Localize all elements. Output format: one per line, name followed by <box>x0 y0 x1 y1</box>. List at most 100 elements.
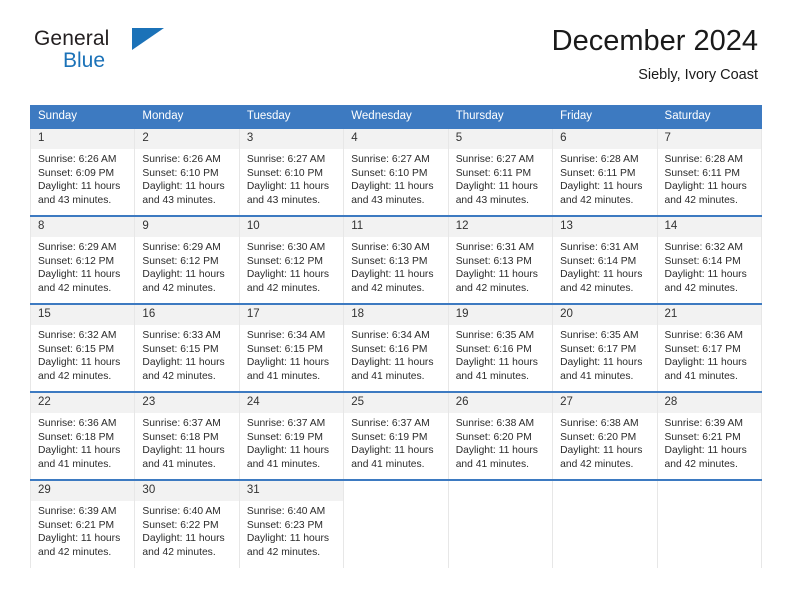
daylight-text-line1: Daylight: 11 hours <box>351 181 434 193</box>
day-number: 11 <box>344 217 448 237</box>
daylight-text-line1: Daylight: 11 hours <box>560 357 643 369</box>
sunset-text: Sunset: 6:11 PM <box>455 167 532 179</box>
calendar-day-cell[interactable]: 5 Sunrise: 6:27 AM Sunset: 6:11 PM Daylight… <box>447 127 554 216</box>
sunset-text: Sunset: 6:17 PM <box>560 343 637 355</box>
calendar-day-cell[interactable]: 13 Sunrise: 6:31 AM Sunset: 6:14 PM Dayligh… <box>552 215 658 304</box>
calendar-day-cell[interactable]: 10 Sunrise: 6:30 AM Sunset: 6:12 PM Dayligh… <box>238 215 345 304</box>
sunrise-text: Sunrise: 6:40 AM <box>142 506 221 517</box>
day-number: 26 <box>448 393 553 413</box>
calendar-day-cell[interactable]: 11 Sunrise: 6:30 AM Sunset: 6:13 PM Dayligh… <box>343 215 449 304</box>
sunrise-text: Sunrise: 6:39 AM <box>664 418 743 429</box>
calendar-day-cell[interactable]: 28 Sunrise: 6:39 AM Sunset: 6:21 PM Dayligh… <box>656 391 763 480</box>
weekday-header-monday: Monday <box>134 105 240 128</box>
daylight-text-line2: and 41 minutes. <box>246 458 321 470</box>
calendar-day-cell[interactable]: 19 Sunrise: 6:35 AM Sunset: 6:16 PM Dayligh… <box>447 303 554 392</box>
calendar-day-cell[interactable]: 24 Sunrise: 6:37 AM Sunset: 6:19 PM Dayligh… <box>238 391 345 480</box>
day-number: 22 <box>31 393 135 413</box>
calendar-week-row: 15 Sunrise: 6:32 AM Sunset: 6:15 PM Dayligh… <box>29 303 763 392</box>
daylight-text-line1: Daylight: 11 hours <box>560 181 643 193</box>
daylight-text-line1: Daylight: 11 hours <box>455 181 538 193</box>
day-sun-info: Sunrise: 6:26 AM Sunset: 6:09 PM Daylight:… <box>31 149 134 207</box>
daylight-text-line1: Daylight: 11 hours <box>38 269 121 281</box>
day-number: 29 <box>31 481 135 501</box>
calendar-day-cell[interactable]: 2 Sunrise: 6:26 AM Sunset: 6:10 PM Daylight… <box>134 127 240 216</box>
calendar-day-cell[interactable]: 29 Sunrise: 6:39 AM Sunset: 6:21 PM Dayligh… <box>29 479 136 568</box>
day-sun-info: Sunrise: 6:37 AM Sunset: 6:19 PM Daylight:… <box>344 413 447 471</box>
calendar-day-cell[interactable]: 6 Sunrise: 6:28 AM Sunset: 6:11 PM Daylight… <box>552 127 658 216</box>
calendar-day-cell[interactable]: 18 Sunrise: 6:34 AM Sunset: 6:16 PM Dayligh… <box>343 303 449 392</box>
daylight-text-line2: and 42 minutes. <box>664 282 738 294</box>
calendar-day-cell[interactable]: 17 Sunrise: 6:34 AM Sunset: 6:15 PM Dayligh… <box>238 303 345 392</box>
day-sun-info: Sunrise: 6:33 AM Sunset: 6:15 PM Daylight:… <box>135 325 238 383</box>
calendar-day-cell[interactable]: 31 Sunrise: 6:40 AM Sunset: 6:23 PM Dayligh… <box>238 479 345 568</box>
day-sun-info: Sunrise: 6:37 AM Sunset: 6:19 PM Daylight:… <box>240 413 343 471</box>
daylight-text-line1: Daylight: 11 hours <box>455 445 538 457</box>
day-sun-info: Sunrise: 6:27 AM Sunset: 6:10 PM Daylight:… <box>344 149 447 207</box>
calendar-week-row: 1 Sunrise: 6:26 AM Sunset: 6:09 PM Daylight… <box>29 127 763 216</box>
sunset-text: Sunset: 6:16 PM <box>455 343 532 355</box>
day-number: 20 <box>553 305 657 325</box>
daylight-text-line1: Daylight: 11 hours <box>246 445 330 457</box>
daylight-text-line1: Daylight: 11 hours <box>560 269 643 281</box>
daylight-text-line2: and 43 minutes. <box>246 194 321 206</box>
daylight-text-line2: and 41 minutes. <box>142 458 216 470</box>
calendar-day-cell[interactable]: 16 Sunrise: 6:33 AM Sunset: 6:15 PM Dayligh… <box>134 303 240 392</box>
title-block: December 2024 Siebly, Ivory Coast <box>552 24 758 85</box>
calendar-day-cell[interactable]: 14 Sunrise: 6:32 AM Sunset: 6:14 PM Dayligh… <box>656 215 763 304</box>
calendar-day-cell[interactable]: 15 Sunrise: 6:32 AM Sunset: 6:15 PM Dayligh… <box>29 303 136 392</box>
calendar-day-cell-empty <box>552 479 658 568</box>
daylight-text-line2: and 41 minutes. <box>351 458 425 470</box>
page-header: General Blue December 2024 Siebly, Ivory… <box>0 0 792 83</box>
calendar-day-cell[interactable]: 22 Sunrise: 6:36 AM Sunset: 6:18 PM Dayligh… <box>29 391 136 480</box>
calendar-day-cell[interactable]: 21 Sunrise: 6:36 AM Sunset: 6:17 PM Dayligh… <box>656 303 763 392</box>
sunrise-text: Sunrise: 6:39 AM <box>38 506 117 517</box>
logo-text-blue: Blue <box>63 49 106 72</box>
day-sun-info: Sunrise: 6:30 AM Sunset: 6:13 PM Daylight:… <box>344 237 447 295</box>
calendar-day-cell[interactable]: 9 Sunrise: 6:29 AM Sunset: 6:12 PM Daylight… <box>134 215 240 304</box>
sunrise-text: Sunrise: 6:28 AM <box>560 154 639 165</box>
daylight-text-line1: Daylight: 11 hours <box>664 269 747 281</box>
sunrise-text: Sunrise: 6:27 AM <box>351 154 430 165</box>
day-number: 4 <box>344 129 448 149</box>
day-sun-info: Sunrise: 6:34 AM Sunset: 6:15 PM Daylight:… <box>240 325 343 383</box>
calendar-day-cell[interactable]: 20 Sunrise: 6:35 AM Sunset: 6:17 PM Dayligh… <box>552 303 658 392</box>
calendar-day-cell[interactable]: 1 Sunrise: 6:26 AM Sunset: 6:09 PM Daylight… <box>29 127 136 216</box>
sunset-text: Sunset: 6:09 PM <box>38 167 115 179</box>
calendar-day-cell[interactable]: 7 Sunrise: 6:28 AM Sunset: 6:11 PM Daylight… <box>656 127 763 216</box>
sunset-text: Sunset: 6:21 PM <box>664 431 741 443</box>
day-number: 28 <box>657 393 761 413</box>
sunset-text: Sunset: 6:16 PM <box>351 343 428 355</box>
calendar-day-cell[interactable]: 30 Sunrise: 6:40 AM Sunset: 6:22 PM Dayligh… <box>134 479 240 568</box>
calendar-day-cell[interactable]: 26 Sunrise: 6:38 AM Sunset: 6:20 PM Dayligh… <box>447 391 554 480</box>
calendar-day-cell[interactable]: 8 Sunrise: 6:29 AM Sunset: 6:12 PM Daylight… <box>29 215 136 304</box>
day-number: 27 <box>553 393 657 413</box>
daylight-text-line1: Daylight: 11 hours <box>351 357 434 369</box>
calendar-day-cell[interactable]: 23 Sunrise: 6:37 AM Sunset: 6:18 PM Dayligh… <box>134 391 240 480</box>
sunset-text: Sunset: 6:19 PM <box>351 431 428 443</box>
sunrise-text: Sunrise: 6:38 AM <box>455 418 535 429</box>
weekday-header-tuesday: Tuesday <box>238 105 345 128</box>
day-number: 30 <box>135 481 239 501</box>
general-blue-logo[interactable]: General Blue <box>34 28 184 76</box>
day-sun-info: Sunrise: 6:36 AM Sunset: 6:18 PM Daylight:… <box>31 413 134 471</box>
calendar-week-row: 29 Sunrise: 6:39 AM Sunset: 6:21 PM Dayligh… <box>29 479 763 568</box>
weekday-header-sunday: Sunday <box>29 105 136 128</box>
sunset-text: Sunset: 6:18 PM <box>38 431 115 443</box>
daylight-text-line2: and 42 minutes. <box>560 458 634 470</box>
daylight-text-line2: and 42 minutes. <box>38 282 112 294</box>
daylight-text-line1: Daylight: 11 hours <box>351 269 434 281</box>
daylight-text-line2: and 42 minutes. <box>664 194 738 206</box>
sunrise-text: Sunrise: 6:35 AM <box>560 330 639 341</box>
day-number: 10 <box>239 217 344 237</box>
calendar-day-cell[interactable]: 27 Sunrise: 6:38 AM Sunset: 6:20 PM Dayligh… <box>552 391 658 480</box>
calendar-day-cell[interactable]: 4 Sunrise: 6:27 AM Sunset: 6:10 PM Daylight… <box>343 127 449 216</box>
day-number: 31 <box>239 481 344 501</box>
calendar-day-cell[interactable]: 12 Sunrise: 6:31 AM Sunset: 6:13 PM Dayligh… <box>447 215 554 304</box>
sunset-text: Sunset: 6:11 PM <box>560 167 636 179</box>
weekday-header-saturday: Saturday <box>656 105 763 128</box>
calendar-day-cell[interactable]: 25 Sunrise: 6:37 AM Sunset: 6:19 PM Dayligh… <box>343 391 449 480</box>
calendar-day-cell[interactable]: 3 Sunrise: 6:27 AM Sunset: 6:10 PM Daylight… <box>238 127 345 216</box>
day-sun-info: Sunrise: 6:31 AM Sunset: 6:13 PM Daylight:… <box>449 237 552 295</box>
day-number: 12 <box>448 217 553 237</box>
day-sun-info: Sunrise: 6:29 AM Sunset: 6:12 PM Daylight:… <box>135 237 238 295</box>
